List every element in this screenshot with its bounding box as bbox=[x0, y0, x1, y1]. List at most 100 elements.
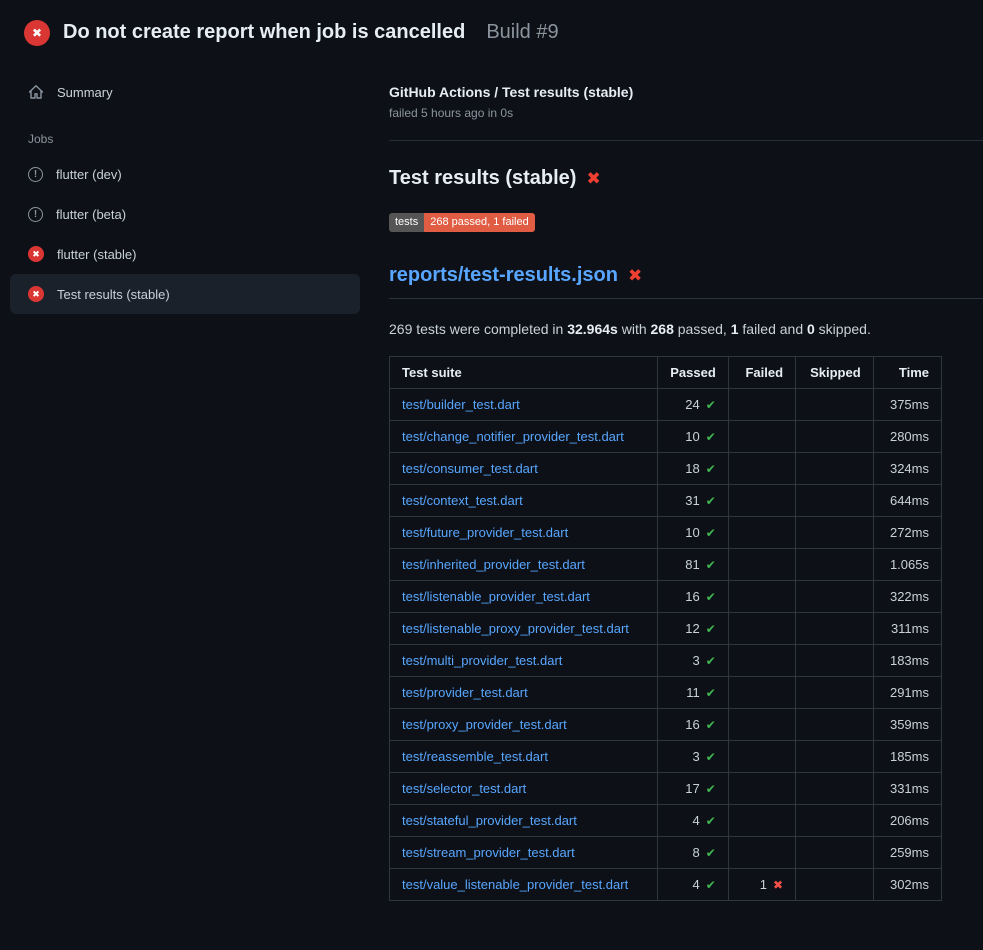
report-heading: reports/test-results.json ✖ bbox=[389, 264, 983, 299]
table-row: test/proxy_provider_test.dart 16✔ 359ms bbox=[390, 709, 942, 741]
time-value: 375ms bbox=[873, 389, 941, 421]
skipped-total: 0 bbox=[807, 321, 815, 337]
table-row: test/reassemble_test.dart 3 ✔ 185ms bbox=[390, 741, 942, 773]
table-header-row: Test suite Passed Failed Skipped Time bbox=[390, 357, 942, 389]
skipped-count bbox=[796, 453, 874, 485]
passed-count: 3 bbox=[693, 653, 700, 668]
home-icon bbox=[28, 84, 44, 100]
passed-count: 4 bbox=[693, 877, 700, 892]
table-row: test/context_test.dart 31✔ 644ms bbox=[390, 485, 942, 517]
x-circle-fill-icon: ✖ bbox=[24, 20, 50, 46]
check-icon: ✔ bbox=[706, 398, 716, 412]
test-suite-link[interactable]: test/stream_provider_test.dart bbox=[402, 845, 575, 860]
passed-count: 31 bbox=[685, 493, 699, 508]
summary-line: 269 tests were completed in 32.964s with… bbox=[389, 321, 983, 337]
table-row: test/stream_provider_test.dart 8✔ 259ms bbox=[390, 837, 942, 869]
check-icon: ✔ bbox=[706, 430, 716, 444]
test-suite-link[interactable]: test/listenable_proxy_provider_test.dart bbox=[402, 621, 629, 636]
cross-mark-icon: ✖ bbox=[628, 267, 642, 284]
time-value: 359ms bbox=[873, 709, 941, 741]
test-suite-link[interactable]: test/inherited_provider_test.dart bbox=[402, 557, 585, 572]
main-panel: GitHub Actions / Test results (stable) f… bbox=[360, 56, 983, 901]
test-suite-link[interactable]: test/builder_test.dart bbox=[402, 397, 520, 412]
passed-count: 81 bbox=[685, 557, 699, 572]
cross-mark-icon: ✖ bbox=[586, 170, 600, 187]
test-suite-link[interactable]: test/context_test.dart bbox=[402, 493, 523, 508]
time-value: 259ms bbox=[873, 837, 941, 869]
check-icon: ✔ bbox=[706, 814, 716, 828]
test-suite-link[interactable]: test/reassemble_test.dart bbox=[402, 749, 548, 764]
time-value: 291ms bbox=[873, 677, 941, 709]
test-suite-link[interactable]: test/listenable_provider_test.dart bbox=[402, 589, 590, 604]
passed-count: 16 bbox=[685, 589, 699, 604]
test-suite-link[interactable]: test/consumer_test.dart bbox=[402, 461, 538, 476]
passed-count: 11 bbox=[686, 685, 700, 700]
test-suite-link[interactable]: test/selector_test.dart bbox=[402, 781, 526, 796]
passed-count: 10 bbox=[685, 429, 699, 444]
skipped-count bbox=[796, 581, 874, 613]
sidebar-item-flutter-dev[interactable]: ! flutter (dev) bbox=[10, 154, 360, 194]
table-row: test/change_notifier_provider_test.dart … bbox=[390, 421, 942, 453]
table-row: test/stateful_provider_test.dart 4✔ 206m… bbox=[390, 805, 942, 837]
check-icon: ✔ bbox=[706, 590, 716, 604]
table-row: test/selector_test.dart 17✔ 331ms bbox=[390, 773, 942, 805]
col-test-suite: Test suite bbox=[390, 357, 658, 389]
sidebar-item-flutter-beta[interactable]: ! flutter (beta) bbox=[10, 194, 360, 234]
status-neutral-icon: ! bbox=[28, 167, 43, 182]
check-icon: ✔ bbox=[706, 462, 716, 476]
sidebar-item-label: flutter (beta) bbox=[56, 207, 126, 222]
time-value: 185ms bbox=[873, 741, 941, 773]
run-meta: failed 5 hours ago in 0s bbox=[389, 106, 983, 120]
test-suite-link[interactable]: test/multi_provider_test.dart bbox=[402, 653, 562, 668]
cross-icon: ✖ bbox=[773, 878, 783, 892]
time-value: 331ms bbox=[873, 773, 941, 805]
table-row: test/listenable_proxy_provider_test.dart… bbox=[390, 613, 942, 645]
status-neutral-icon: ! bbox=[28, 207, 43, 222]
sidebar-item-summary[interactable]: Summary bbox=[10, 72, 360, 112]
check-icon: ✔ bbox=[706, 622, 716, 636]
time-value: 322ms bbox=[873, 581, 941, 613]
test-suite-link[interactable]: test/value_listenable_provider_test.dart bbox=[402, 877, 628, 892]
col-time: Time bbox=[873, 357, 941, 389]
report-link[interactable]: reports/test-results.json bbox=[389, 264, 618, 287]
skipped-count bbox=[796, 837, 874, 869]
time-value: 280ms bbox=[873, 421, 941, 453]
test-suite-link[interactable]: test/stateful_provider_test.dart bbox=[402, 813, 577, 828]
time-value: 644ms bbox=[873, 485, 941, 517]
test-suite-link[interactable]: test/provider_test.dart bbox=[402, 685, 528, 700]
test-suite-link[interactable]: test/change_notifier_provider_test.dart bbox=[402, 429, 624, 444]
jobs-heading: Jobs bbox=[10, 112, 360, 154]
check-icon: ✔ bbox=[706, 750, 716, 764]
sidebar-item-label: flutter (dev) bbox=[56, 167, 122, 182]
check-icon: ✔ bbox=[706, 782, 716, 796]
check-icon: ✔ bbox=[706, 526, 716, 540]
section-title-text: Test results (stable) bbox=[389, 167, 576, 190]
skipped-count bbox=[796, 549, 874, 581]
sidebar-item-test-results-stable[interactable]: ✖ Test results (stable) bbox=[10, 274, 360, 314]
skipped-count bbox=[796, 645, 874, 677]
passed-count: 4 bbox=[693, 813, 700, 828]
passed-count: 24 bbox=[685, 397, 699, 412]
passed-count: 18 bbox=[685, 461, 699, 476]
skipped-count bbox=[796, 485, 874, 517]
table-row: test/provider_test.dart 11 ✔ 291ms bbox=[390, 677, 942, 709]
skipped-count bbox=[796, 421, 874, 453]
passed-total: 268 bbox=[651, 321, 674, 337]
time-value: 311ms bbox=[873, 613, 941, 645]
test-suite-link[interactable]: test/proxy_provider_test.dart bbox=[402, 717, 567, 732]
skipped-count bbox=[796, 741, 874, 773]
test-suite-link[interactable]: test/future_provider_test.dart bbox=[402, 525, 568, 540]
status-failed-icon: ✖ bbox=[28, 246, 44, 262]
skipped-count bbox=[796, 517, 874, 549]
passed-count: 3 bbox=[693, 749, 700, 764]
skipped-count bbox=[796, 613, 874, 645]
duration-value: 32.964s bbox=[567, 321, 618, 337]
check-icon: ✔ bbox=[706, 686, 716, 700]
table-row: test/future_provider_test.dart 10✔ 272ms bbox=[390, 517, 942, 549]
skipped-count bbox=[796, 677, 874, 709]
table-row: test/value_listenable_provider_test.dart… bbox=[390, 869, 942, 901]
col-passed: Passed bbox=[658, 357, 729, 389]
skipped-count bbox=[796, 869, 874, 901]
col-skipped: Skipped bbox=[796, 357, 874, 389]
sidebar-item-flutter-stable[interactable]: ✖ flutter (stable) bbox=[10, 234, 360, 274]
